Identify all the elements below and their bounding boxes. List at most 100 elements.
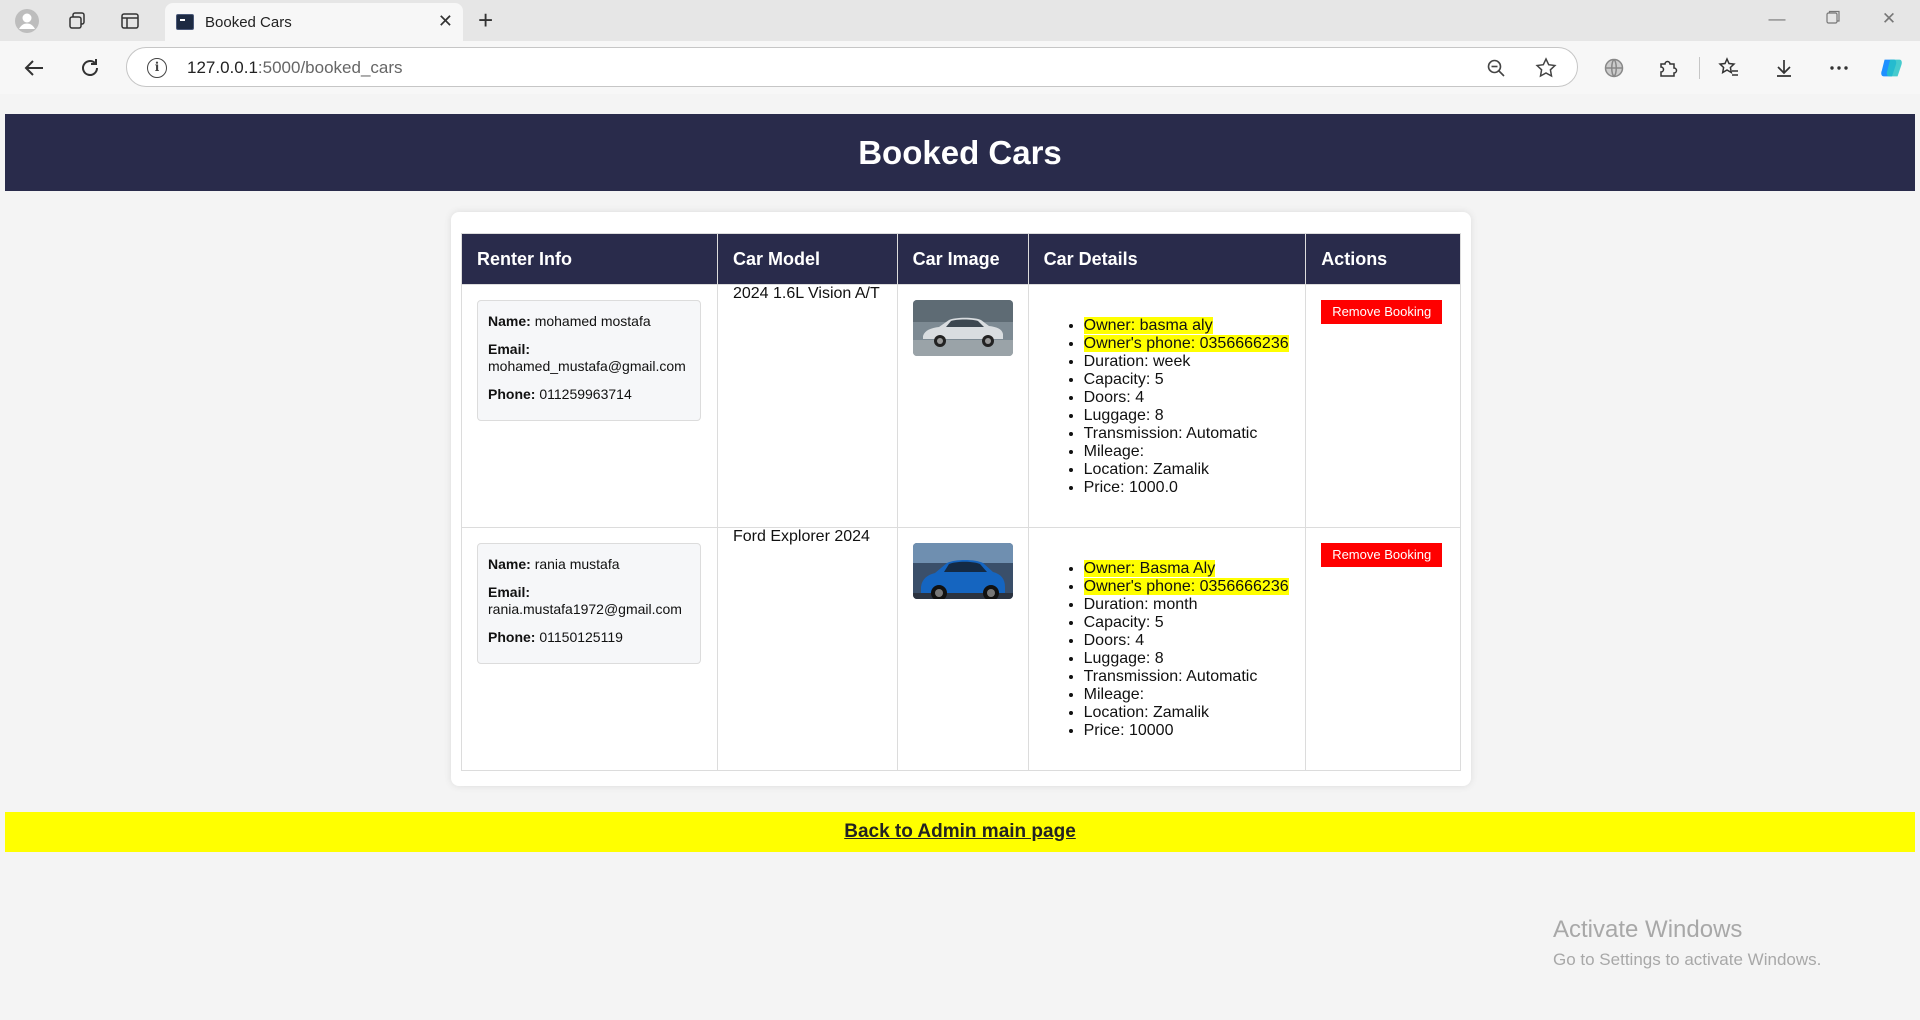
renter-name-line: Name: mohamed mostafa [488, 313, 690, 330]
renter-info-box: Name: mohamed mostafa Email: mohamed_must… [477, 300, 701, 421]
renter-email-label: Email: [488, 584, 531, 600]
detail-luggage: Luggage: 8 [1084, 650, 1291, 668]
detail-duration: Duration: week [1084, 353, 1291, 371]
renter-phone: 011259963714 [539, 386, 632, 402]
tab-booked-cars[interactable]: Booked Cars ✕ [165, 3, 463, 41]
back-arrow-icon[interactable] [20, 54, 48, 82]
detail-capacity: Capacity: 5 [1084, 371, 1291, 389]
car-model: Ford Explorer 2024 [732, 528, 870, 545]
copilot-icon[interactable] [1879, 55, 1905, 81]
car-details-cell: Owner: basma aly Owner's phone: 03566662… [1027, 284, 1307, 528]
detail-owner-phone: Owner's phone: 0356666236 [1083, 335, 1291, 353]
reload-icon[interactable] [76, 54, 104, 82]
car-image-cell [896, 284, 1029, 528]
column-header-car-image: Car Image [896, 233, 1029, 285]
car-image-cell [896, 527, 1029, 771]
detail-location: Location: Zamalik [1084, 461, 1291, 479]
detail-location: Location: Zamalik [1084, 704, 1291, 722]
favorite-star-icon[interactable] [1535, 57, 1557, 79]
car-model-cell: Ford Explorer 2024 [716, 527, 898, 771]
favorites-icon[interactable] [1716, 55, 1742, 81]
back-to-admin-link[interactable]: Back to Admin main page [844, 821, 1076, 843]
renter-name-label: Name: [488, 556, 531, 572]
url-host: 127.0.0.1 [187, 58, 258, 77]
car-model: 2024 1.6L Vision A/T [732, 285, 880, 302]
detail-owner-phone-text: Owner's phone: 0356666236 [1083, 578, 1289, 595]
restore-icon[interactable] [1821, 9, 1845, 29]
page-header: Booked Cars [5, 114, 1915, 191]
car-details-list: Owner: basma aly Owner's phone: 03566662… [1044, 317, 1291, 497]
remove-booking-button[interactable]: Remove Booking [1321, 300, 1443, 324]
renter-name: mohamed mostafa [534, 313, 651, 329]
downloads-icon[interactable] [1771, 55, 1797, 81]
car-model-cell: 2024 1.6L Vision A/T [716, 284, 898, 528]
remove-booking-button[interactable]: Remove Booking [1321, 543, 1443, 567]
activate-windows-subtitle: Go to Settings to activate Windows. [1553, 950, 1822, 969]
bookings-card: Renter Info Car Model Car Image Car Deta… [451, 212, 1471, 786]
detail-owner-phone-text: Owner's phone: 0356666236 [1083, 335, 1289, 352]
renter-info-box: Name: rania mustafa Email: rania.mustafa1… [477, 543, 701, 664]
actions-cell: Remove Booking [1305, 284, 1461, 528]
renter-email-line: Email: rania.mustafa1972@gmail.com [488, 584, 690, 618]
detail-owner-text: Owner: Basma Aly [1083, 560, 1216, 577]
renter-email: rania.mustafa1972@gmail.com [488, 601, 682, 617]
renter-info-cell: Name: mohamed mostafa Email: mohamed_must… [461, 284, 718, 528]
site-info-icon[interactable]: i [147, 58, 167, 78]
detail-doors: Doors: 4 [1084, 632, 1291, 650]
detail-doors: Doors: 4 [1084, 389, 1291, 407]
actions-cell: Remove Booking [1305, 527, 1461, 771]
detail-price: Price: 1000.0 [1084, 479, 1291, 497]
detail-price: Price: 10000 [1084, 722, 1291, 740]
car-details-cell: Owner: Basma Aly Owner's phone: 03566662… [1027, 527, 1307, 771]
detail-owner: Owner: basma aly [1083, 317, 1291, 335]
renter-email: mohamed_mustafa@gmail.com [488, 358, 686, 374]
detail-luggage: Luggage: 8 [1084, 407, 1291, 425]
url-path: :5000/booked_cars [257, 58, 403, 77]
renter-phone-line: Phone: 01150125119 [488, 629, 690, 646]
more-options-icon[interactable] [1826, 55, 1852, 81]
activate-windows-title: Activate Windows [1553, 916, 1743, 943]
back-link-bar: Back to Admin main page [5, 812, 1915, 852]
column-header-car-details: Car Details [1027, 233, 1307, 285]
car-image-blue [912, 543, 1013, 599]
renter-email-line: Email: mohamed_mustafa@gmail.com [488, 341, 690, 375]
minimize-icon[interactable]: — [1765, 9, 1789, 29]
detail-duration: Duration: month [1084, 596, 1291, 614]
column-header-car-model: Car Model [716, 233, 898, 285]
table-row: Name: mohamed mostafa Email: mohamed_must… [461, 284, 1461, 528]
renter-phone-line: Phone: 011259963714 [488, 386, 690, 403]
renter-name-label: Name: [488, 313, 531, 329]
column-header-actions: Actions [1305, 233, 1461, 285]
address-bar[interactable]: i 127.0.0.1:5000/booked_cars [126, 47, 1578, 87]
renter-name-line: Name: rania mustafa [488, 556, 690, 573]
terminal-favicon-icon [176, 14, 194, 30]
car-details-list: Owner: Basma Aly Owner's phone: 03566662… [1044, 560, 1291, 740]
detail-transmission: Transmission: Automatic [1084, 668, 1291, 686]
tab-actions-icon[interactable] [117, 8, 143, 34]
detail-mileage: Mileage: [1084, 686, 1291, 704]
url-text[interactable]: 127.0.0.1:5000/booked_cars [187, 58, 403, 78]
window-close-icon[interactable]: ✕ [1877, 9, 1901, 29]
detail-owner-text: Owner: basma aly [1083, 317, 1213, 334]
extensions-puzzle-icon[interactable] [1655, 55, 1681, 81]
renter-phone-label: Phone: [488, 386, 536, 402]
renter-email-label: Email: [488, 341, 531, 357]
detail-capacity: Capacity: 5 [1084, 614, 1291, 632]
renter-name: rania mustafa [534, 556, 620, 572]
browser-essentials-icon[interactable] [1601, 55, 1627, 81]
table-header-row: Renter Info Car Model Car Image Car Deta… [461, 233, 1461, 285]
browser-toolbar: i 127.0.0.1:5000/booked_cars [0, 41, 1920, 94]
tab-title: Booked Cars [205, 14, 292, 31]
workspaces-icon[interactable] [64, 8, 90, 34]
new-tab-icon[interactable]: + [478, 6, 493, 34]
browser-tab-bar: Booked Cars ✕ + — ✕ [0, 0, 1920, 41]
close-tab-icon[interactable]: ✕ [438, 12, 453, 30]
activate-windows-watermark: Activate Windows Go to Settings to activ… [1553, 916, 1821, 970]
page-title: Booked Cars [858, 133, 1062, 171]
toolbar-separator [1699, 57, 1700, 79]
detail-owner: Owner: Basma Aly [1083, 560, 1291, 578]
page-viewport: Booked Cars Renter Info Car Model Car Im… [5, 94, 1915, 1016]
column-header-renter-info: Renter Info [461, 233, 718, 285]
profile-icon[interactable] [14, 8, 40, 34]
zoom-out-icon[interactable] [1485, 57, 1507, 79]
